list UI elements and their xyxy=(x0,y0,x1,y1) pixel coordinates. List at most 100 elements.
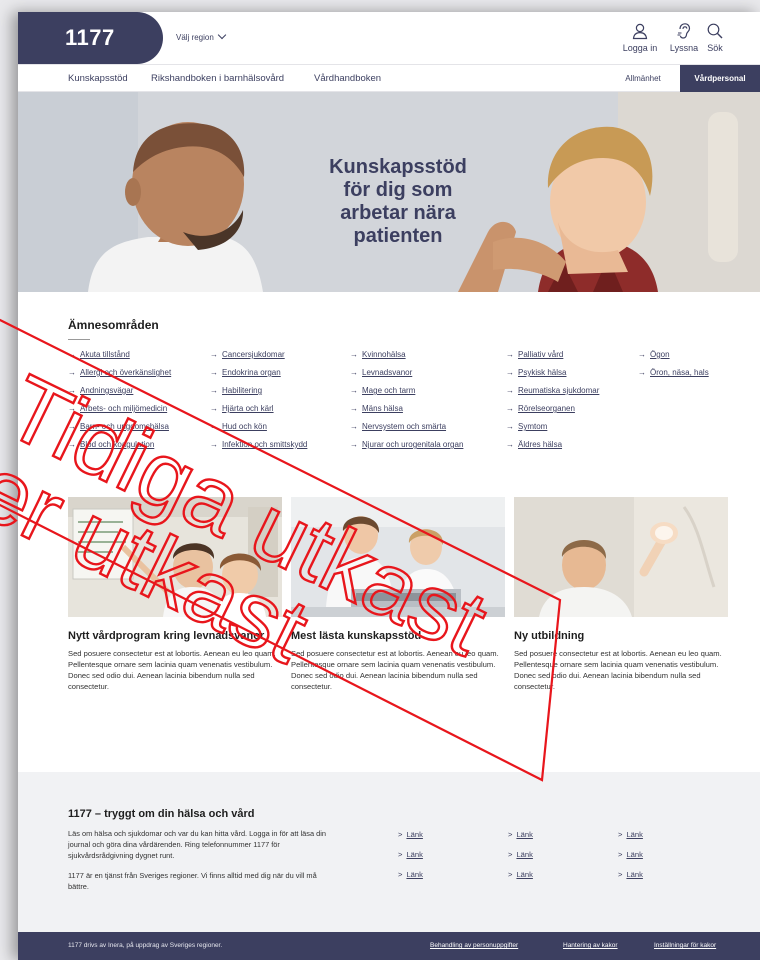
topic-link[interactable]: → Psykisk hälsa xyxy=(506,368,599,386)
logo[interactable]: 1177 xyxy=(18,12,163,64)
footer-link[interactable]: > Länk xyxy=(618,870,643,879)
topic-link[interactable]: → Blod och koagulation xyxy=(68,440,171,458)
footer-link[interactable]: > Länk xyxy=(618,850,643,859)
footer-link[interactable]: > Länk xyxy=(398,870,423,879)
topic-link[interactable]: → Öron, näsa, hals xyxy=(638,368,709,386)
arrow-right-icon: → xyxy=(210,404,218,413)
footer-link[interactable]: > Länk xyxy=(508,830,533,839)
footer-link-personal-data[interactable]: Behandling av personuppgifter xyxy=(430,942,518,949)
topic-link[interactable]: → Nervsystem och smärta xyxy=(350,422,463,440)
chevron-right-icon: > xyxy=(508,870,513,879)
card-image xyxy=(68,497,282,617)
topics-divider xyxy=(68,339,90,340)
listen-label: Lyssna xyxy=(669,43,699,53)
chevron-right-icon: > xyxy=(618,850,623,859)
link-label: Länk xyxy=(626,850,643,859)
footer-link[interactable]: > Länk xyxy=(398,850,423,859)
topic-link[interactable]: → Andningsvägar xyxy=(68,386,171,404)
nav-item-rikshandboken[interactable]: Rikshandboken i barnhälsovård xyxy=(151,73,284,84)
topic-label: Reumatiska sjukdomar xyxy=(518,386,600,395)
arrow-right-icon: → xyxy=(506,368,514,377)
chevron-right-icon: > xyxy=(618,830,623,839)
about-paragraph: Läs om hälsa och sjukdomar och var du ka… xyxy=(68,829,326,860)
topic-label: Cancersjukdomar xyxy=(222,350,285,359)
topic-label: Habilitering xyxy=(222,386,263,395)
audience-public-tab[interactable]: Allmänhet xyxy=(608,65,678,93)
ear-icon xyxy=(677,23,691,39)
arrow-right-icon: → xyxy=(350,440,358,449)
topic-link[interactable]: → Rörelseorganen xyxy=(506,404,599,422)
arrow-right-icon: → xyxy=(506,350,514,359)
main-nav: Kunskapsstöd Rikshandboken i barnhälsovå… xyxy=(18,64,760,93)
topic-link[interactable]: → Mäns hälsa xyxy=(350,404,463,422)
topic-link[interactable]: → Infektion och smittskydd xyxy=(210,440,307,458)
topic-label: Allergi och överkänslighet xyxy=(80,368,172,377)
topic-link[interactable]: → Cancersjukdomar xyxy=(210,350,307,368)
topic-label: Kvinnohälsa xyxy=(362,350,406,359)
card-title: Nytt vårdprogram kring levnadsvanor xyxy=(68,630,265,642)
topic-link[interactable]: → Ögon xyxy=(638,350,709,368)
topic-link[interactable]: → Levnadsvanor xyxy=(350,368,463,386)
search-button[interactable]: Sök xyxy=(698,22,732,53)
footer-text: 1177 drivs av Inera, på uppdrag av Sveri… xyxy=(68,942,223,949)
news-card[interactable]: Mest lästa kunskapsstöd Sed posuere cons… xyxy=(291,497,505,692)
footer-link-cookies[interactable]: Hantering av kakor xyxy=(563,942,618,949)
footer-link[interactable]: > Länk xyxy=(508,850,533,859)
topic-link[interactable]: → Akuta tillstånd xyxy=(68,350,171,368)
topic-link[interactable]: → Njurar och urogenitala organ xyxy=(350,440,463,458)
topic-label: Blod och koagulation xyxy=(80,440,155,449)
login-label: Logga in xyxy=(622,43,658,53)
arrow-right-icon: → xyxy=(210,350,218,359)
region-selector[interactable]: Välj region xyxy=(176,30,227,42)
topic-link[interactable]: → Allergi och överkänslighet xyxy=(68,368,171,386)
nav-item-kunskapsstod[interactable]: Kunskapsstöd xyxy=(68,73,128,84)
topic-label: Andningsvägar xyxy=(80,386,134,395)
footer-link-cookie-settings[interactable]: Inställningar för kakor xyxy=(654,942,716,949)
chevron-right-icon: > xyxy=(508,830,513,839)
nav-item-vardhandboken[interactable]: Vårdhandboken xyxy=(314,73,381,84)
news-card[interactable]: Nytt vårdprogram kring levnadsvanor Sed … xyxy=(68,497,282,692)
chevron-right-icon: > xyxy=(398,870,403,879)
login-button[interactable]: Logga in xyxy=(618,22,662,53)
topic-link[interactable]: → Symtom xyxy=(506,422,599,440)
topic-link[interactable]: → Äldres hälsa xyxy=(506,440,599,458)
topic-label: Äldres hälsa xyxy=(518,440,563,449)
arrow-right-icon: → xyxy=(210,368,218,377)
hero-banner: Kunskapsstöd för dig som arbetar nära pa… xyxy=(18,92,760,292)
chevron-right-icon: > xyxy=(398,830,403,839)
topic-link[interactable]: → Hud och kön xyxy=(210,422,307,440)
topic-link[interactable]: → Endokrina organ xyxy=(210,368,307,386)
topic-link[interactable]: → Arbets- och miljömedicin xyxy=(68,404,171,422)
link-label: Länk xyxy=(516,850,533,859)
link-label: Länk xyxy=(626,870,643,879)
topic-label: Barn- och ungdomshälsa xyxy=(80,422,169,431)
topic-link[interactable]: → Mage och tarm xyxy=(350,386,463,404)
topics-column: → Palliativ vård → Psykisk hälsa → Reumatis… xyxy=(506,350,599,458)
card-photo xyxy=(514,497,728,617)
topic-link[interactable]: → Barn- och ungdomshälsa xyxy=(68,422,171,440)
arrow-right-icon: → xyxy=(350,422,358,431)
site-header: 1177 Välj region Logga in Lyssna Sök xyxy=(18,12,760,64)
topic-link[interactable]: → Kvinnohälsa xyxy=(350,350,463,368)
topics-title: Ämnesområden xyxy=(68,318,159,332)
search-icon xyxy=(707,23,723,39)
chevron-down-icon xyxy=(217,30,227,40)
topic-label: Akuta tillstånd xyxy=(80,350,130,359)
arrow-right-icon: → xyxy=(350,368,358,377)
topic-link[interactable]: → Habilitering xyxy=(210,386,307,404)
topic-link[interactable]: → Palliativ vård xyxy=(506,350,599,368)
audience-professional-tab[interactable]: Vårdpersonal xyxy=(680,65,760,93)
footer-link[interactable]: > Länk xyxy=(398,830,423,839)
arrow-right-icon: → xyxy=(68,404,76,413)
topic-label: Hjärta och kärl xyxy=(222,404,274,413)
footer-link[interactable]: > Länk xyxy=(618,830,643,839)
arrow-right-icon: → xyxy=(68,422,76,431)
topic-label: Endokrina organ xyxy=(222,368,281,377)
topic-link[interactable]: → Reumatiska sjukdomar xyxy=(506,386,599,404)
arrow-right-icon: → xyxy=(210,422,218,431)
topic-label: Palliativ vård xyxy=(518,350,564,359)
arrow-right-icon: → xyxy=(506,440,514,449)
footer-link[interactable]: > Länk xyxy=(508,870,533,879)
news-card[interactable]: Ny utbildning Sed posuere consectetur es… xyxy=(514,497,728,692)
topic-link[interactable]: → Hjärta och kärl xyxy=(210,404,307,422)
